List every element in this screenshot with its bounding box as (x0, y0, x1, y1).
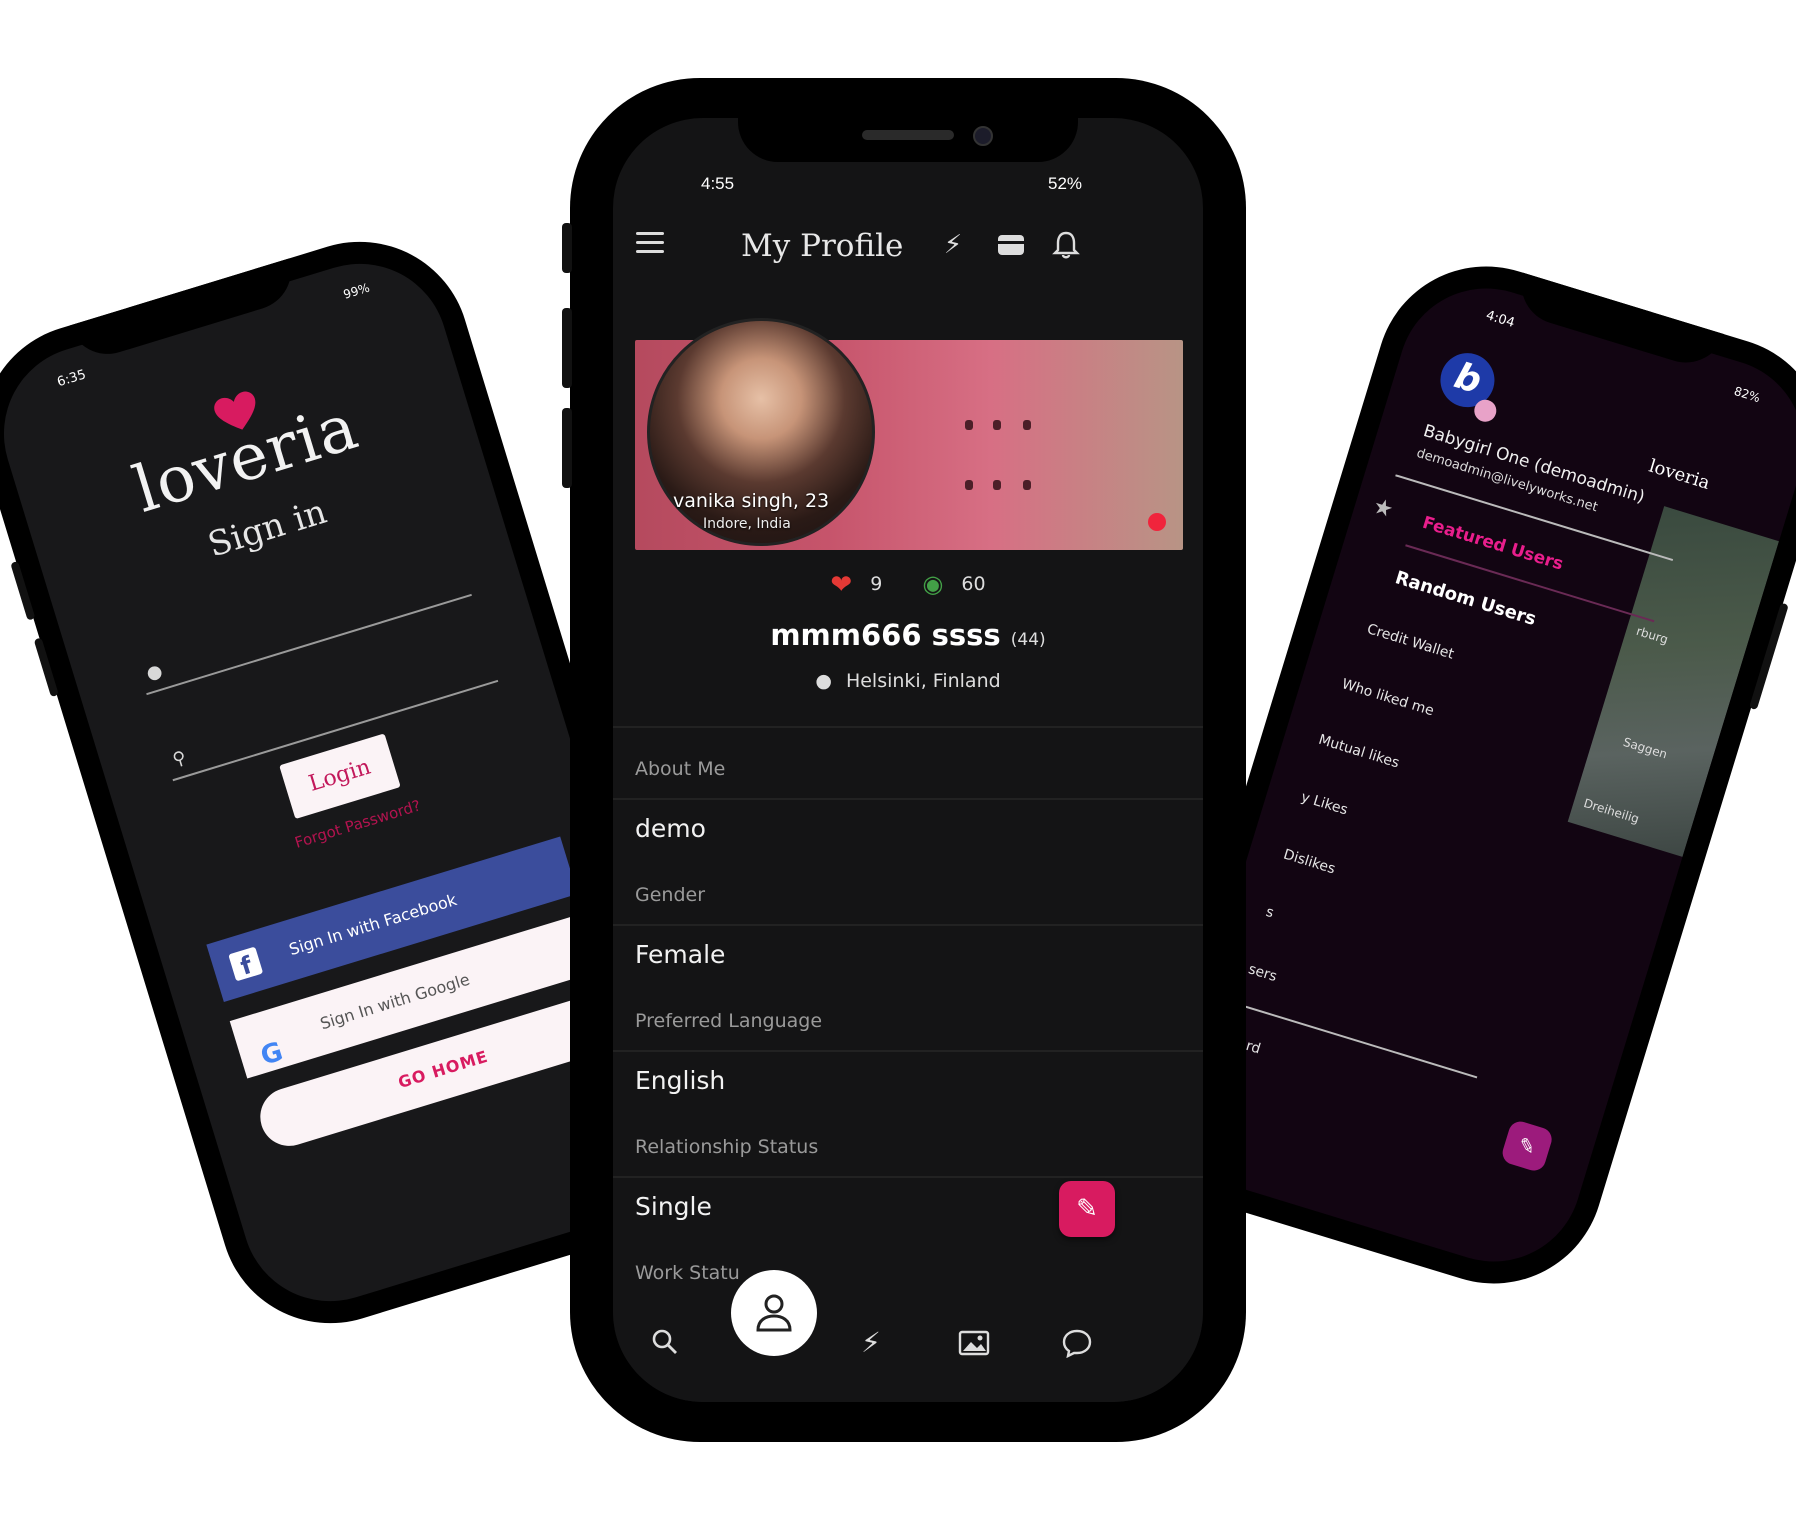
views-count: 60 (961, 573, 986, 595)
field-value-language: English (635, 1066, 726, 1095)
location-text: Helsinki, Finland (845, 670, 1001, 692)
status-time: 4:55 (701, 174, 735, 193)
photo-caption-location: Indore, India (703, 516, 791, 532)
field-label-relationship: Relationship Status (635, 1136, 819, 1158)
online-status-dot (1148, 513, 1166, 531)
field-value-relationship: Single (635, 1192, 712, 1221)
bell-icon[interactable] (1049, 228, 1083, 262)
profile-stats: ❤ 9 ◉ 60 (613, 570, 1203, 600)
volume-button (562, 308, 572, 388)
google-signin-label: Sign In with Google (317, 969, 472, 1034)
edit-profile-button[interactable]: ✎ (1059, 1181, 1115, 1237)
menu-item-random-users[interactable]: Random Users (1393, 567, 1539, 630)
age-text: (44) (1010, 630, 1046, 650)
photo-caption-name: vanika singh, 23 (673, 490, 830, 512)
field-label-gender: Gender (635, 884, 706, 906)
facebook-signin-label: Sign In with Facebook (286, 890, 459, 960)
field-value-gender: Female (635, 940, 726, 969)
brand-logo: loveria (1646, 455, 1713, 494)
field-label-language: Preferred Language (635, 1010, 823, 1032)
menu-item-credit-wallet[interactable]: Credit Wallet (1365, 621, 1456, 663)
center-phone: 4:55 52% My Profile ⚡︎ vanika singh, 23 … (562, 78, 1246, 1442)
edit-fab-button[interactable]: ✎ (1499, 1118, 1555, 1174)
pencil-icon: ✎ (1076, 1194, 1098, 1224)
gallery-icon[interactable] (949, 1318, 999, 1368)
field-value-about-me: demo (635, 814, 706, 843)
pencil-icon: ✎ (1515, 1132, 1539, 1160)
divider (1228, 1000, 1478, 1079)
menu-item-mutual-likes[interactable]: Mutual likes (1317, 732, 1402, 772)
divider (613, 726, 1203, 728)
lightning-nav-icon[interactable]: ⚡︎ (846, 1318, 896, 1368)
divider (613, 798, 1203, 800)
menu-item-who-liked-me[interactable]: Who liked me (1340, 676, 1436, 719)
status-battery: 99% (341, 280, 372, 302)
drawer-screen: rburg Saggen Dreiheilig 4:04 82% b lover… (1154, 266, 1796, 1284)
page-title: My Profile (741, 228, 904, 264)
volume-button (33, 637, 59, 698)
status-time: 4:04 (1484, 308, 1517, 332)
phone-notch (738, 118, 1078, 162)
google-icon: G (257, 1036, 287, 1072)
lightning-icon[interactable]: ⚡︎ (936, 228, 970, 262)
profile-location: ● Helsinki, Finland (613, 670, 1203, 692)
menu-item[interactable]: s (1264, 904, 1276, 921)
status-battery: 82% (1732, 383, 1762, 406)
speaker-grille (862, 130, 954, 140)
facebook-icon: f (228, 946, 264, 982)
user-icon: ● (143, 660, 165, 685)
likes-count: 9 (870, 573, 883, 595)
hamburger-menu-icon[interactable] (636, 232, 664, 254)
wallet-icon[interactable] (994, 228, 1028, 262)
menu-item-users[interactable]: sers (1246, 961, 1278, 985)
eye-icon: ◉ (922, 570, 944, 598)
field-label-about-me: About Me (635, 758, 726, 780)
bottom-nav (613, 1310, 1203, 1402)
menu-item-my-likes[interactable]: y Likes (1299, 789, 1350, 818)
key-icon: ⚲ (170, 746, 189, 771)
menu-item-featured-users[interactable]: Featured Users (1420, 513, 1566, 575)
status-time: 6:35 (55, 367, 88, 391)
volume-button (562, 408, 572, 488)
heart-icon: ❤ (830, 570, 853, 600)
mute-switch (562, 223, 572, 273)
map-background: rburg Saggen Dreiheilig (1567, 506, 1779, 857)
divider (613, 924, 1203, 926)
field-label-work-status: Work Statu (635, 1262, 740, 1284)
divider (613, 1050, 1203, 1052)
username-text: mmm666 ssss (770, 618, 1001, 652)
divider (613, 1176, 1203, 1178)
volume-button (10, 560, 36, 621)
menu-item-dislikes[interactable]: Dislikes (1282, 847, 1338, 878)
chat-icon[interactable] (1052, 1318, 1102, 1368)
user-icon (756, 1294, 792, 1332)
search-icon[interactable] (640, 1318, 690, 1368)
star-icon: ★ (1369, 493, 1397, 524)
map-label: Dreiheilig (1581, 796, 1641, 827)
location-pin-icon: ● (815, 670, 832, 692)
map-label: rburg (1634, 623, 1670, 647)
profile-nav-button[interactable] (731, 1270, 817, 1356)
map-label: Saggen (1621, 734, 1669, 762)
front-camera (973, 126, 993, 146)
status-battery: 52% (1048, 174, 1083, 193)
profile-username: mmm666 ssss (44) (613, 618, 1203, 652)
profile-screen: 4:55 52% My Profile ⚡︎ vanika singh, 23 … (613, 118, 1203, 1402)
